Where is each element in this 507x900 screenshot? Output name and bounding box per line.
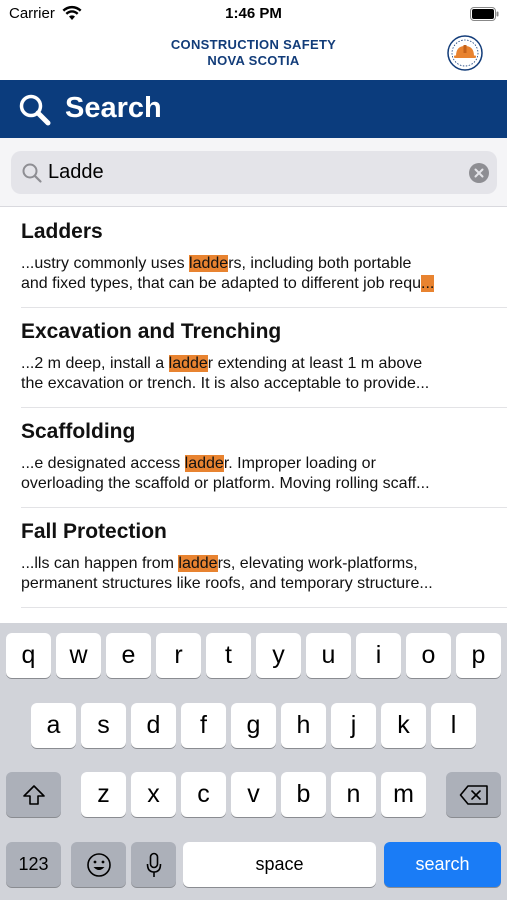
app-header: CONSTRUCTION SAFETY NOVA SCOTIA: [0, 28, 507, 80]
key-m[interactable]: m: [381, 772, 426, 817]
result-snippet-line2: the excavation or trench. It is also acc…: [21, 375, 430, 392]
key-q[interactable]: q: [6, 633, 51, 678]
key-u[interactable]: u: [306, 633, 351, 678]
match-highlight: ladde: [184, 455, 224, 472]
result-snippet-line1: ...2 m deep, install a ladder extending …: [21, 355, 423, 372]
search-icon: [19, 94, 51, 126]
csns-logo-icon: [447, 35, 483, 71]
match-highlight: ladde: [189, 255, 229, 272]
key-h[interactable]: h: [281, 703, 326, 748]
key-t[interactable]: t: [206, 633, 251, 678]
result-snippet-line2: permanent structures like roofs, and tem…: [21, 575, 433, 592]
results-list: Ladders ...ustry commonly uses ladders, …: [0, 208, 507, 608]
org-title: CONSTRUCTION SAFETY NOVA SCOTIA: [0, 37, 507, 69]
key-w[interactable]: w: [56, 633, 101, 678]
result-snippet-line2: and fixed types, that can be adapted to …: [21, 275, 435, 292]
result-title: Scaffolding: [21, 420, 136, 443]
page-title: Search: [65, 92, 162, 124]
key-n[interactable]: n: [331, 772, 376, 817]
key-r[interactable]: r: [156, 633, 201, 678]
result-snippet-line1: ...e designated access ladder. Improper …: [21, 455, 376, 472]
key-p[interactable]: p: [456, 633, 501, 678]
key-c[interactable]: c: [181, 772, 226, 817]
numbers-key[interactable]: 123: [6, 842, 61, 887]
emoji-key[interactable]: [71, 842, 126, 887]
result-title: Ladders: [21, 220, 103, 243]
search-banner: Search: [0, 80, 507, 138]
battery-icon: [470, 7, 499, 21]
delete-key[interactable]: [446, 772, 501, 817]
dictation-key[interactable]: [131, 842, 176, 887]
key-j[interactable]: j: [331, 703, 376, 748]
key-s[interactable]: s: [81, 703, 126, 748]
key-o[interactable]: o: [406, 633, 451, 678]
status-bar: Carrier 1:46 PM: [0, 0, 507, 28]
clear-search-button[interactable]: [469, 163, 489, 183]
shift-key[interactable]: [6, 772, 61, 817]
key-f[interactable]: f: [181, 703, 226, 748]
shift-icon: [22, 784, 45, 805]
search-key[interactable]: search: [384, 842, 501, 887]
key-d[interactable]: d: [131, 703, 176, 748]
key-l[interactable]: l: [431, 703, 476, 748]
key-z[interactable]: z: [81, 772, 126, 817]
key-v[interactable]: v: [231, 772, 276, 817]
key-x[interactable]: x: [131, 772, 176, 817]
result-title: Excavation and Trenching: [21, 320, 282, 343]
result-snippet-line1: ...lls can happen from ladders, elevatin…: [21, 555, 418, 572]
magnifier-icon: [22, 163, 42, 183]
key-k[interactable]: k: [381, 703, 426, 748]
result-item-excavation[interactable]: Excavation and Trenching ...2 m deep, in…: [0, 308, 507, 408]
microphone-icon: [146, 852, 161, 877]
clear-x-icon: [474, 168, 484, 178]
match-highlight: ladde: [178, 555, 218, 572]
search-input[interactable]: [48, 156, 468, 189]
key-g[interactable]: g: [231, 703, 276, 748]
search-field[interactable]: [11, 151, 497, 194]
match-highlight: ...: [421, 275, 435, 292]
search-bar: [0, 138, 507, 207]
result-snippet-line2: overloading the scaffold or platform. Mo…: [21, 475, 430, 492]
result-title: Fall Protection: [21, 520, 167, 543]
key-y[interactable]: y: [256, 633, 301, 678]
divider: [21, 607, 507, 608]
space-key[interactable]: space: [183, 842, 376, 887]
backspace-icon: [459, 784, 488, 805]
key-e[interactable]: e: [106, 633, 151, 678]
result-snippet-line1: ...ustry commonly uses ladders, includin…: [21, 255, 412, 272]
key-i[interactable]: i: [356, 633, 401, 678]
org-title-line1: CONSTRUCTION SAFETY: [170, 37, 337, 52]
keyboard: q w e r t y u i o p a s d f g h j k l z …: [0, 623, 507, 900]
key-a[interactable]: a: [31, 703, 76, 748]
clock: 1:46 PM: [225, 5, 282, 22]
key-b[interactable]: b: [281, 772, 326, 817]
match-highlight: ladde: [168, 355, 208, 372]
result-item-fall-protection[interactable]: Fall Protection ...lls can happen from l…: [0, 508, 507, 608]
org-title-line2: NOVA SCOTIA: [207, 53, 300, 68]
emoji-icon: [86, 852, 111, 877]
result-item-scaffolding[interactable]: Scaffolding ...e designated access ladde…: [0, 408, 507, 508]
result-item-ladders[interactable]: Ladders ...ustry commonly uses ladders, …: [0, 208, 507, 308]
